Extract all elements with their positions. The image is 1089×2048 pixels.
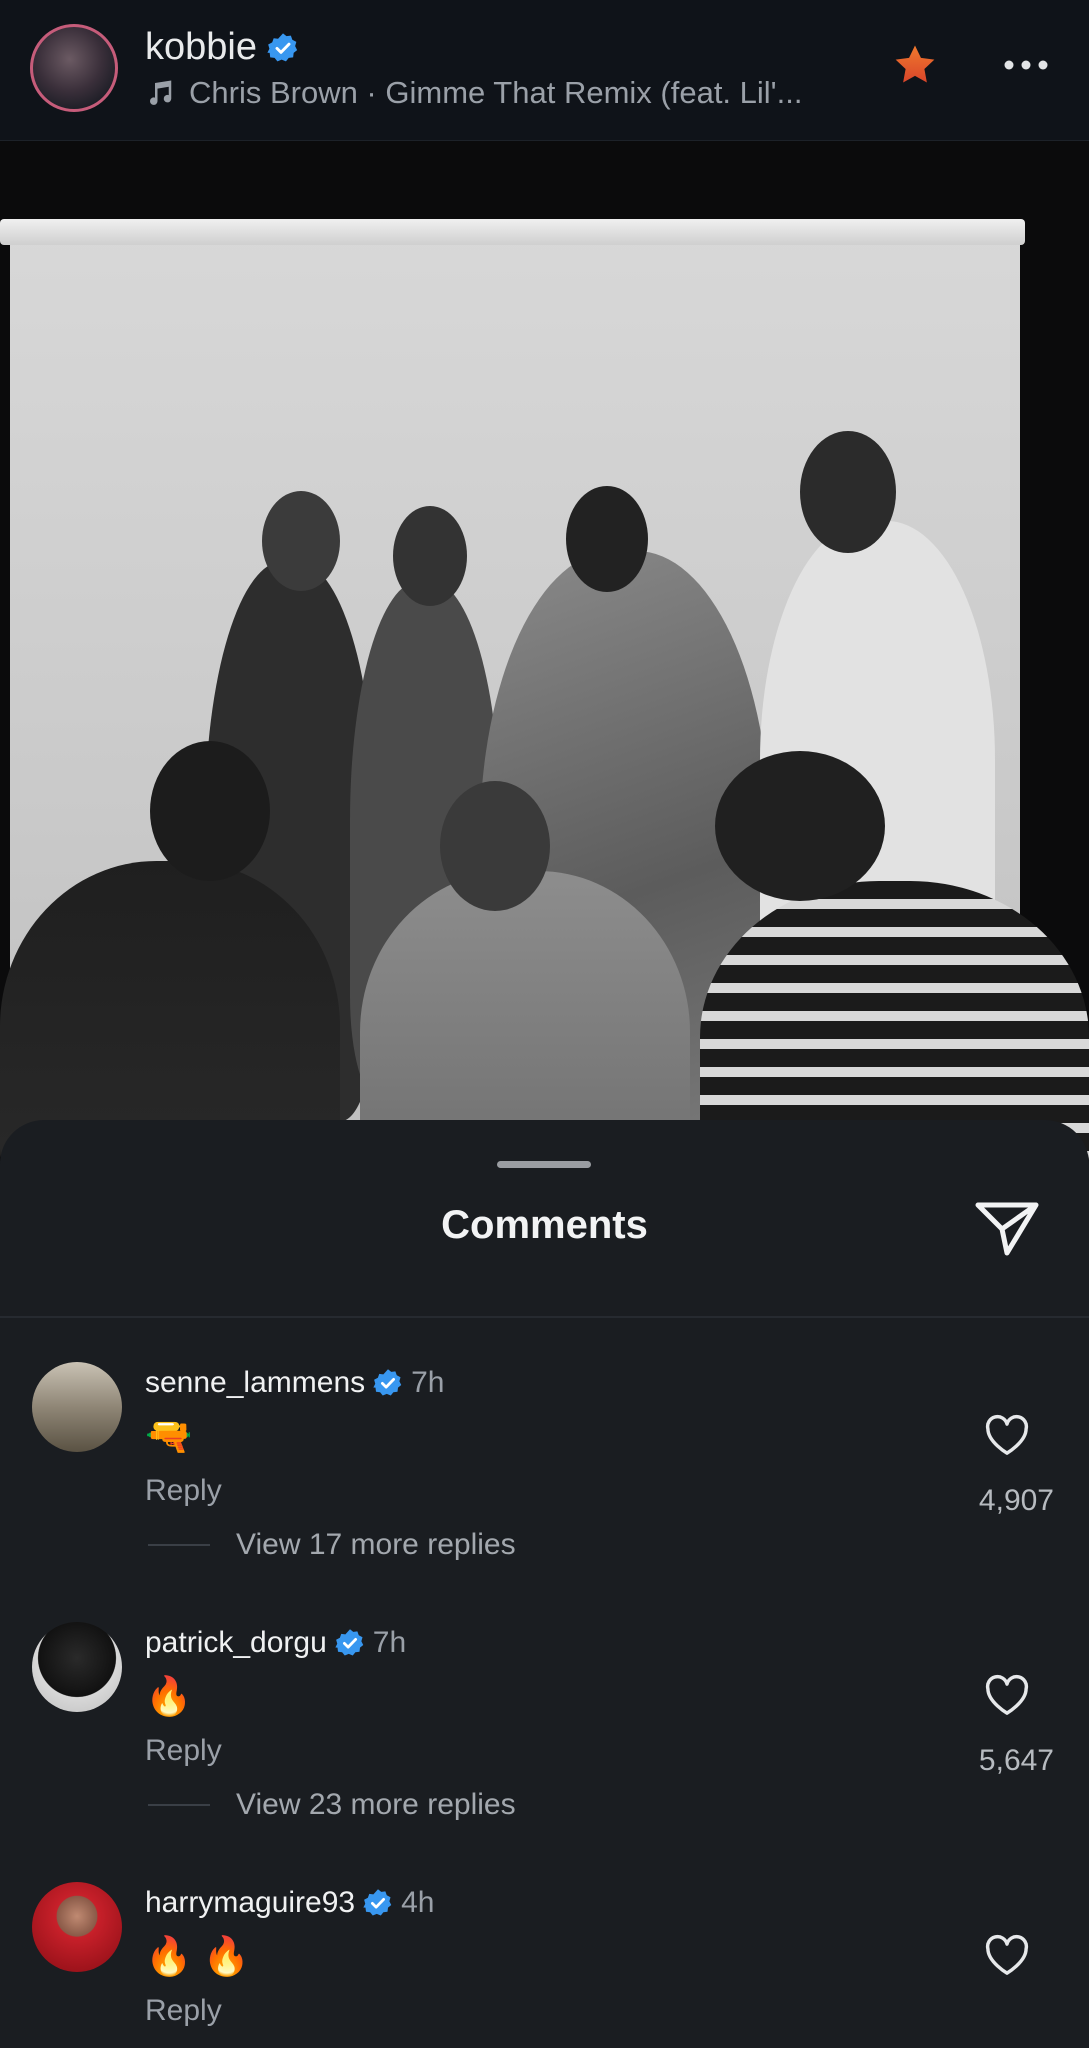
verified-badge-icon	[363, 1889, 392, 1916]
backdrop-roll	[0, 219, 1025, 245]
person-head	[393, 506, 467, 606]
heart-icon[interactable]	[984, 1934, 1030, 1976]
comment-text: 🔫	[145, 1416, 193, 1458]
comment-item: senne_lammens 7h 🔫 Reply 4,907 View 17 m…	[0, 1362, 1089, 1602]
like-count: 5,647	[978, 1744, 1054, 1777]
comment-item: harrymaguire93 4h 🔥 🔥 Reply	[0, 1882, 1089, 2048]
person-figure	[360, 871, 690, 1161]
view-more-replies-link[interactable]: View 17 more replies	[236, 1528, 516, 1562]
profile-avatar[interactable]	[30, 24, 118, 112]
header-username[interactable]: kobbie	[145, 26, 257, 69]
person-head	[262, 491, 340, 591]
person-head	[150, 741, 270, 881]
like-count: 4,907	[978, 1484, 1054, 1517]
comment-timestamp: 7h	[372, 1626, 407, 1659]
post-header: kobbie Chris Brown · Gimme That Remix (f…	[0, 0, 1089, 141]
song-row[interactable]: Chris Brown · Gimme That Remix (feat. Li…	[145, 75, 802, 111]
person-head	[715, 751, 885, 901]
comment-header: senne_lammens 7h	[145, 1366, 445, 1400]
heart-icon[interactable]	[984, 1674, 1030, 1716]
comment-timestamp: 4h	[401, 1886, 435, 1919]
commenter-avatar[interactable]	[32, 1882, 122, 1972]
comment-username[interactable]: patrick_dorgu	[145, 1626, 327, 1660]
reply-button[interactable]: Reply	[145, 1474, 222, 1508]
sheet-title: Comments	[441, 1203, 648, 1247]
comment-text: 🔥	[145, 1676, 193, 1718]
replies-divider-line	[148, 1804, 210, 1806]
music-note-icon	[150, 80, 172, 105]
view-more-replies-link[interactable]: View 23 more replies	[236, 1788, 516, 1822]
person-head	[800, 431, 896, 553]
comment-username[interactable]: senne_lammens	[145, 1366, 365, 1400]
post-photo[interactable]	[0, 141, 1089, 1161]
commenter-avatar[interactable]	[32, 1362, 122, 1452]
comment-header: harrymaguire93 4h	[145, 1886, 434, 1920]
person-figure	[0, 861, 340, 1161]
header-username-row[interactable]: kobbie	[145, 26, 299, 69]
commenter-avatar[interactable]	[32, 1622, 122, 1712]
song-title[interactable]: Chris Brown · Gimme That Remix (feat. Li…	[189, 75, 802, 111]
comment-item: patrick_dorgu 7h 🔥 Reply 5,647 View 23 m…	[0, 1622, 1089, 1862]
comment-timestamp: 7h	[411, 1366, 445, 1399]
verified-badge-icon	[335, 1629, 364, 1656]
heart-icon[interactable]	[984, 1414, 1030, 1456]
reply-button[interactable]: Reply	[145, 1734, 222, 1768]
more-options-icon[interactable]	[1003, 58, 1049, 72]
person-head	[566, 486, 648, 592]
person-head	[440, 781, 550, 911]
sheet-grabber-handle[interactable]	[497, 1161, 591, 1168]
comment-username[interactable]: harrymaguire93	[145, 1886, 355, 1920]
comment-text: 🔥 🔥	[145, 1936, 251, 1978]
verified-badge-icon	[267, 32, 298, 61]
reply-button[interactable]: Reply	[145, 1994, 222, 2028]
verified-badge-icon	[373, 1369, 402, 1396]
replies-divider-line	[148, 1544, 210, 1546]
sheet-divider	[0, 1316, 1089, 1318]
comment-header: patrick_dorgu 7h	[145, 1626, 406, 1660]
share-send-icon[interactable]	[972, 1195, 1042, 1259]
person-figure	[700, 881, 1089, 1161]
star-icon[interactable]	[892, 42, 938, 88]
